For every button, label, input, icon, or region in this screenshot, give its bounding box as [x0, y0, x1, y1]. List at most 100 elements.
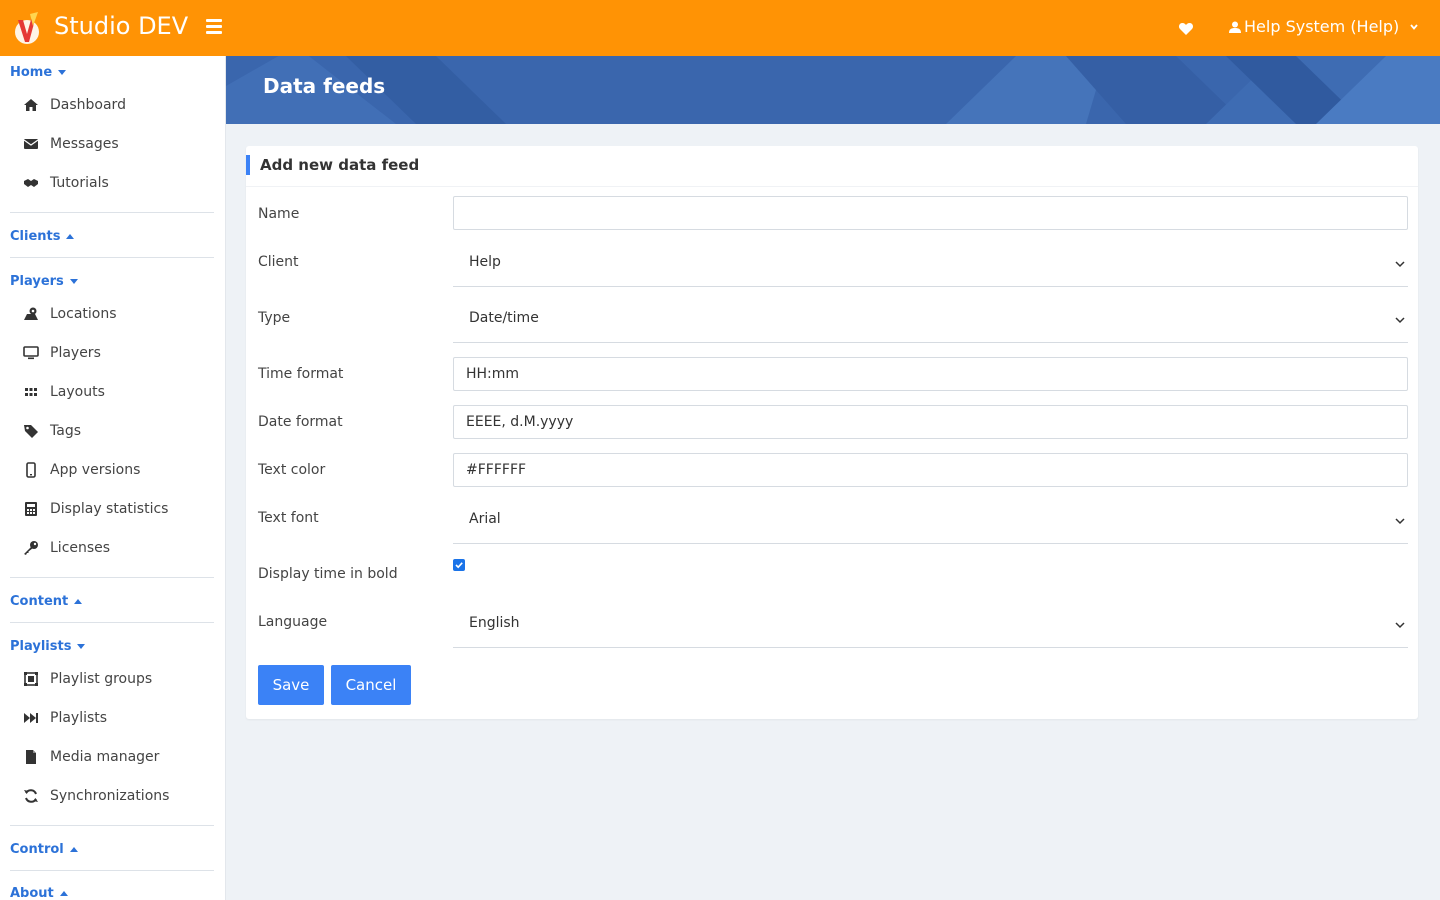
client-select[interactable]: Help: [453, 241, 1408, 287]
sidebar-item-display-statistics[interactable]: Display statistics: [22, 498, 212, 520]
mobile-icon: [22, 462, 40, 478]
sidebar-item-licenses[interactable]: Licenses: [22, 537, 212, 559]
user-icon: [1229, 21, 1241, 33]
banner-background: [226, 56, 1440, 124]
sidebar-section-about[interactable]: About: [10, 886, 68, 900]
section-label: Control: [10, 842, 64, 857]
sidebar-item-tags[interactable]: Tags: [22, 420, 212, 442]
client-select-value: Help: [469, 254, 501, 270]
sidebar-item-playlists[interactable]: Playlists: [22, 707, 212, 729]
sidebar-section-clients[interactable]: Clients: [10, 229, 75, 244]
sidebar-item-label: Synchronizations: [50, 788, 170, 804]
sidebar-item-players[interactable]: Players: [22, 342, 212, 364]
user-menu[interactable]: Help System (Help): [1229, 17, 1419, 36]
handshake-icon: [22, 175, 40, 191]
sidebar-section-content[interactable]: Content: [10, 594, 83, 609]
client-label: Client: [258, 254, 299, 270]
heart-icon[interactable]: [1178, 21, 1194, 37]
sidebar-item-label: Layouts: [50, 384, 105, 400]
map-marker-icon: [22, 306, 40, 322]
sidebar-divider: [10, 825, 214, 826]
user-name: Help System (Help): [1244, 17, 1400, 36]
sidebar-divider: [10, 870, 214, 871]
section-label: Home: [10, 65, 53, 80]
date-format-label: Date format: [258, 414, 343, 430]
sidebar-section-players[interactable]: Players: [10, 274, 78, 289]
sidebar-divider: [10, 622, 214, 623]
sidebar-item-label: Messages: [50, 136, 119, 152]
sidebar-item-label: App versions: [50, 462, 141, 478]
sidebar-divider: [10, 257, 214, 258]
sidebar-divider: [10, 577, 214, 578]
bold-checkbox[interactable]: [453, 559, 465, 571]
checkmark-icon: [455, 562, 463, 569]
app-brand[interactable]: Studio DEV: [54, 12, 188, 40]
type-select-value: Date/time: [469, 310, 539, 326]
time-format-label: Time format: [258, 366, 344, 382]
text-color-label: Text color: [258, 462, 326, 478]
page-header-banner: Data feeds: [226, 56, 1440, 124]
top-bar: Studio DEV Help System (Help): [0, 0, 1440, 56]
bold-label: Display time in bold: [258, 566, 398, 582]
name-input[interactable]: [453, 196, 1408, 230]
sidebar-item-dashboard[interactable]: Dashboard: [22, 94, 212, 116]
section-label: Playlists: [10, 639, 72, 654]
sidebar-item-label: Licenses: [50, 540, 111, 556]
add-data-feed-card: Add new data feed Name Client Help Type …: [246, 146, 1418, 719]
sidebar-section-control[interactable]: Control: [10, 842, 78, 857]
section-label: Players: [10, 274, 64, 289]
sidebar-item-playlist-groups[interactable]: Playlist groups: [22, 668, 212, 690]
time-format-input[interactable]: [453, 357, 1408, 391]
sidebar-item-messages[interactable]: Messages: [22, 133, 212, 155]
envelope-icon: [22, 136, 40, 152]
save-button[interactable]: Save: [258, 665, 324, 705]
sidebar-divider: [10, 212, 214, 213]
chevron-down-icon: [1395, 518, 1405, 525]
file-icon: [22, 749, 40, 765]
caret-down-icon: [69, 279, 78, 284]
section-label: About: [10, 886, 54, 900]
sidebar-item-layouts[interactable]: Layouts: [22, 381, 212, 403]
sidebar-item-label: Locations: [50, 306, 117, 322]
object-group-icon: [22, 671, 40, 687]
menu-toggle-icon[interactable]: [206, 19, 222, 35]
caret-down-icon: [77, 644, 86, 649]
app-logo-icon[interactable]: [14, 12, 42, 46]
sidebar-item-locations[interactable]: Locations: [22, 303, 212, 325]
sidebar-section-playlists[interactable]: Playlists: [10, 639, 86, 654]
sync-icon: [22, 788, 40, 804]
sidebar: Home Dashboard Messages Tutorials Client…: [0, 56, 226, 900]
monitor-icon: [22, 345, 40, 361]
text-font-select[interactable]: Arial: [453, 498, 1408, 544]
sidebar-item-label: Display statistics: [50, 501, 169, 517]
caret-up-icon: [69, 847, 78, 852]
text-font-label: Text font: [258, 510, 319, 526]
card-title: Add new data feed: [246, 155, 419, 175]
sidebar-item-label: Playlist groups: [50, 671, 153, 687]
sidebar-item-synchronizations[interactable]: Synchronizations: [22, 785, 212, 807]
card-header-divider: [246, 186, 1418, 187]
tag-icon: [22, 423, 40, 439]
sidebar-item-label: Dashboard: [50, 97, 126, 113]
key-icon: [22, 540, 40, 556]
chevron-down-icon: [1410, 23, 1418, 30]
caret-up-icon: [66, 234, 75, 239]
section-label: Clients: [10, 229, 61, 244]
section-label: Content: [10, 594, 69, 609]
sidebar-item-tutorials[interactable]: Tutorials: [22, 172, 212, 194]
page-title: Data feeds: [263, 74, 386, 98]
grid-icon: [22, 384, 40, 400]
text-font-select-value: Arial: [469, 511, 501, 527]
sidebar-item-app-versions[interactable]: App versions: [22, 459, 212, 481]
type-select[interactable]: Date/time: [453, 297, 1408, 343]
name-label: Name: [258, 206, 300, 222]
chevron-down-icon: [1395, 317, 1405, 324]
text-color-input[interactable]: [453, 453, 1408, 487]
language-select[interactable]: English: [453, 602, 1408, 648]
sidebar-section-home[interactable]: Home: [10, 65, 67, 80]
sidebar-item-label: Playlists: [50, 710, 108, 726]
cancel-button[interactable]: Cancel: [331, 665, 411, 705]
sidebar-item-label: Media manager: [50, 749, 160, 765]
sidebar-item-media-manager[interactable]: Media manager: [22, 746, 212, 768]
date-format-input[interactable]: [453, 405, 1408, 439]
